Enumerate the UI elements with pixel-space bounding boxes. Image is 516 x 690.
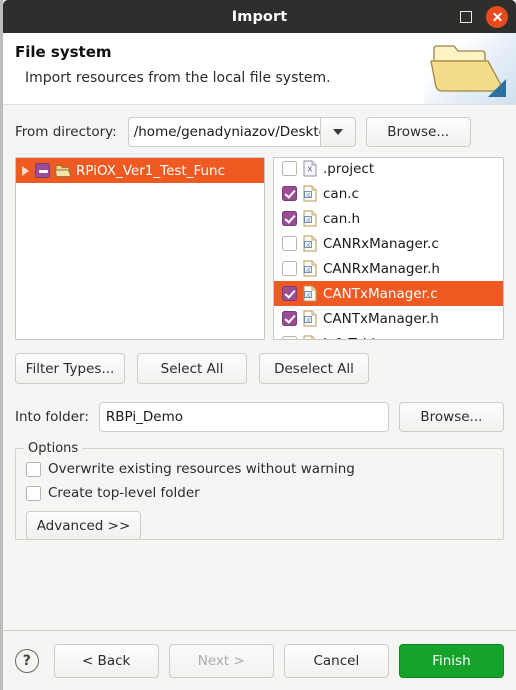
into-folder-input[interactable]: RBPi_Demo xyxy=(98,401,389,432)
file-checkbox[interactable] xyxy=(282,236,297,251)
options-group: Options Overwrite existing resources wit… xyxy=(15,441,504,540)
file-checkbox[interactable] xyxy=(282,161,297,176)
help-icon[interactable]: ? xyxy=(15,648,39,673)
cancel-label: Cancel xyxy=(313,652,360,669)
create-top-level-option-row[interactable]: Create top-level folder xyxy=(26,482,493,504)
list-item-selected[interactable]: .c CANTxManager.c xyxy=(274,281,503,306)
advanced-label: Advanced >> xyxy=(36,517,131,534)
list-item[interactable]: .c can.h xyxy=(274,206,503,231)
next-button: Next > xyxy=(168,643,274,678)
from-directory-combo[interactable]: /home/genadyniazov/Desktop/t xyxy=(127,117,356,147)
from-directory-row: From directory: /home/genadyniazov/Deskt… xyxy=(15,115,504,149)
close-x-icon[interactable] xyxy=(486,5,508,28)
open-folder-icon xyxy=(424,33,516,104)
tree-item-checkbox[interactable] xyxy=(35,163,50,178)
title-bar: Import xyxy=(3,0,516,33)
browse-source-label: Browse... xyxy=(387,124,450,140)
select-all-button[interactable]: Select All xyxy=(137,353,247,384)
file-checkbox[interactable] xyxy=(282,311,297,326)
from-directory-label: From directory: xyxy=(15,124,117,140)
into-folder-row: Into folder: RBPi_Demo Browse... xyxy=(15,401,504,432)
file-checkbox[interactable] xyxy=(282,261,297,276)
back-button[interactable]: < Back xyxy=(53,643,159,678)
svg-text:.c: .c xyxy=(306,318,311,324)
chevron-down-glyph xyxy=(332,129,343,135)
expander-arrow-icon[interactable] xyxy=(22,165,29,176)
list-item-label: InfoTable.c xyxy=(323,336,395,340)
next-label: Next > xyxy=(197,652,245,669)
back-label: < Back xyxy=(81,652,131,669)
list-item[interactable]: .c CANRxManager.c xyxy=(274,231,503,256)
file-checkbox[interactable] xyxy=(282,186,297,201)
xml-file-icon: X xyxy=(303,160,317,177)
directory-tree-panel[interactable]: RPiOX_Ver1_Test_Func xyxy=(15,157,265,340)
list-item-label: CANRxManager.c xyxy=(323,235,439,252)
maximize-square-icon[interactable] xyxy=(460,10,472,23)
list-item[interactable]: .c CANTxManager.h xyxy=(274,306,503,331)
from-directory-input[interactable]: /home/genadyniazov/Desktop/t xyxy=(127,117,320,147)
list-item-label: CANTxManager.c xyxy=(323,285,438,302)
file-list-panel[interactable]: X .project .c can.c .c can.h .c CANRxMan… xyxy=(273,157,504,340)
dialog-body: From directory: /home/genadyniazov/Deskt… xyxy=(3,105,516,630)
c-file-icon: .c xyxy=(303,185,317,202)
finish-button[interactable]: Finish xyxy=(398,643,504,678)
create-top-level-label: Create top-level folder xyxy=(48,485,200,501)
advanced-button[interactable]: Advanced >> xyxy=(26,511,141,540)
into-folder-label: Into folder: xyxy=(15,408,89,425)
list-item[interactable]: X .project xyxy=(274,158,503,181)
list-item-label: CANRxManager.h xyxy=(323,260,440,277)
list-item-label: can.c xyxy=(323,185,359,202)
c-file-icon: .c xyxy=(303,335,316,339)
overwrite-label: Overwrite existing resources without war… xyxy=(48,461,355,477)
file-checkbox[interactable] xyxy=(282,336,297,339)
tree-item-label: RPiOX_Ver1_Test_Func xyxy=(76,162,226,179)
c-file-icon: .c xyxy=(303,310,317,327)
deselect-all-button[interactable]: Deselect All xyxy=(259,353,369,384)
c-file-icon: .c xyxy=(303,260,317,277)
file-list: X .project .c can.c .c can.h .c CANRxMan… xyxy=(274,158,503,340)
overwrite-option-row[interactable]: Overwrite existing resources without war… xyxy=(26,458,493,480)
browse-destination-button[interactable]: Browse... xyxy=(398,401,504,432)
svg-text:.c: .c xyxy=(306,268,311,274)
filter-buttons-row: Filter Types... Select All Deselect All xyxy=(15,353,504,384)
list-item[interactable]: .c InfoTable.c xyxy=(274,331,503,340)
list-item[interactable]: .c CANRxManager.h xyxy=(274,256,503,281)
import-dialog: Import File system Import resources from… xyxy=(0,0,516,690)
window-controls xyxy=(460,0,508,33)
file-checkbox[interactable] xyxy=(282,286,297,301)
list-item-label: .project xyxy=(323,160,375,177)
window-title: Import xyxy=(231,8,288,25)
browse-source-button[interactable]: Browse... xyxy=(365,117,471,147)
c-file-icon: .c xyxy=(303,235,317,252)
tree-item-rpiox[interactable]: RPiOX_Ver1_Test_Func xyxy=(16,158,264,183)
svg-text:.c: .c xyxy=(306,293,311,299)
svg-text:.c: .c xyxy=(306,193,311,199)
file-checkbox[interactable] xyxy=(282,211,297,226)
create-top-level-checkbox[interactable] xyxy=(26,485,41,501)
list-item[interactable]: .c can.c xyxy=(274,181,503,206)
help-label: ? xyxy=(22,652,31,669)
list-item-label: CANTxManager.h xyxy=(323,310,439,327)
wizard-banner: File system Import resources from the lo… xyxy=(3,33,516,105)
overwrite-checkbox[interactable] xyxy=(26,461,41,477)
browse-destination-label: Browse... xyxy=(420,408,483,425)
finish-label: Finish xyxy=(432,652,471,669)
open-folder-glyph xyxy=(430,45,506,97)
svg-text:.c: .c xyxy=(306,218,311,224)
list-item-label: can.h xyxy=(323,210,361,227)
svg-text:.c: .c xyxy=(306,243,311,249)
chevron-down-icon[interactable] xyxy=(319,117,356,147)
deselect-all-label: Deselect All xyxy=(274,360,354,377)
select-all-label: Select All xyxy=(160,360,224,377)
options-group-title: Options xyxy=(24,441,83,456)
svg-text:X: X xyxy=(307,166,312,174)
folder-icon xyxy=(55,164,71,177)
c-file-icon: .c xyxy=(303,285,317,302)
dialog-footer: ? < Back Next > Cancel Finish xyxy=(3,630,516,690)
cancel-button[interactable]: Cancel xyxy=(283,643,389,678)
filter-types-label: Filter Types... xyxy=(25,360,115,377)
filter-types-button[interactable]: Filter Types... xyxy=(15,353,125,384)
c-file-icon: .c xyxy=(303,210,317,227)
selection-panels: RPiOX_Ver1_Test_Func X .project .c can.c… xyxy=(15,157,504,340)
